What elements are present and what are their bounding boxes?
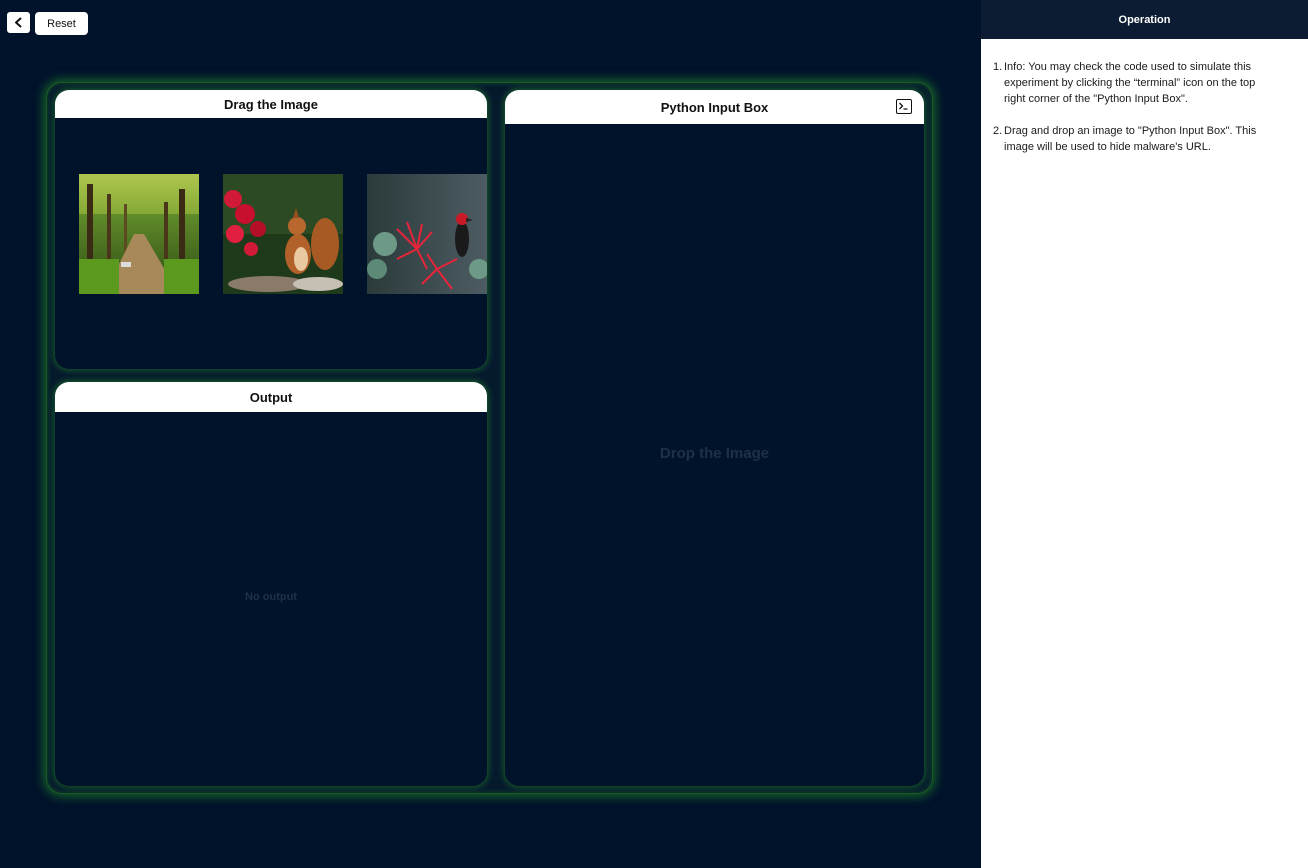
sidebar-title: Operation: [981, 0, 1308, 39]
drag-image-panel-title: Drag the Image: [55, 90, 487, 118]
reset-button[interactable]: Reset: [35, 12, 88, 35]
no-output-text: No output: [245, 591, 297, 603]
output-panel-title: Output: [55, 382, 487, 412]
step-text: Drag and drop an image to "Python Input …: [1004, 125, 1257, 153]
bird-red-flowers-image[interactable]: [367, 174, 487, 294]
terminal-icon[interactable]: [896, 99, 912, 114]
python-input-box-title-text: Python Input Box: [660, 99, 769, 115]
back-button[interactable]: [7, 12, 30, 33]
step-text: Info: You may check the code used to sim…: [1004, 61, 1256, 105]
operation-step: 2. Drag and drop an image to "Python Inp…: [993, 123, 1278, 155]
operation-step: 1. Info: You may check the code used to …: [993, 59, 1278, 107]
step-number: 1.: [993, 61, 1003, 73]
operation-steps: 1. Info: You may check the code used to …: [981, 39, 1308, 155]
drag-image-panel: Drag the Image: [55, 90, 487, 369]
main-area: Reset Drag the Image Output No output Py…: [0, 0, 981, 868]
operation-sidebar: Operation 1. Info: You may check the cod…: [981, 0, 1308, 868]
python-input-box[interactable]: Python Input Box Drop the Image: [505, 90, 924, 786]
squirrel-flowers-image[interactable]: [223, 174, 343, 294]
output-panel: Output No output: [55, 382, 487, 786]
drop-image-text: Drop the Image: [659, 445, 770, 462]
chevron-left-icon: [15, 17, 22, 28]
step-number: 2.: [993, 125, 1003, 137]
forest-path-image[interactable]: [79, 174, 199, 294]
python-input-box-title: Python Input Box: [505, 90, 924, 124]
